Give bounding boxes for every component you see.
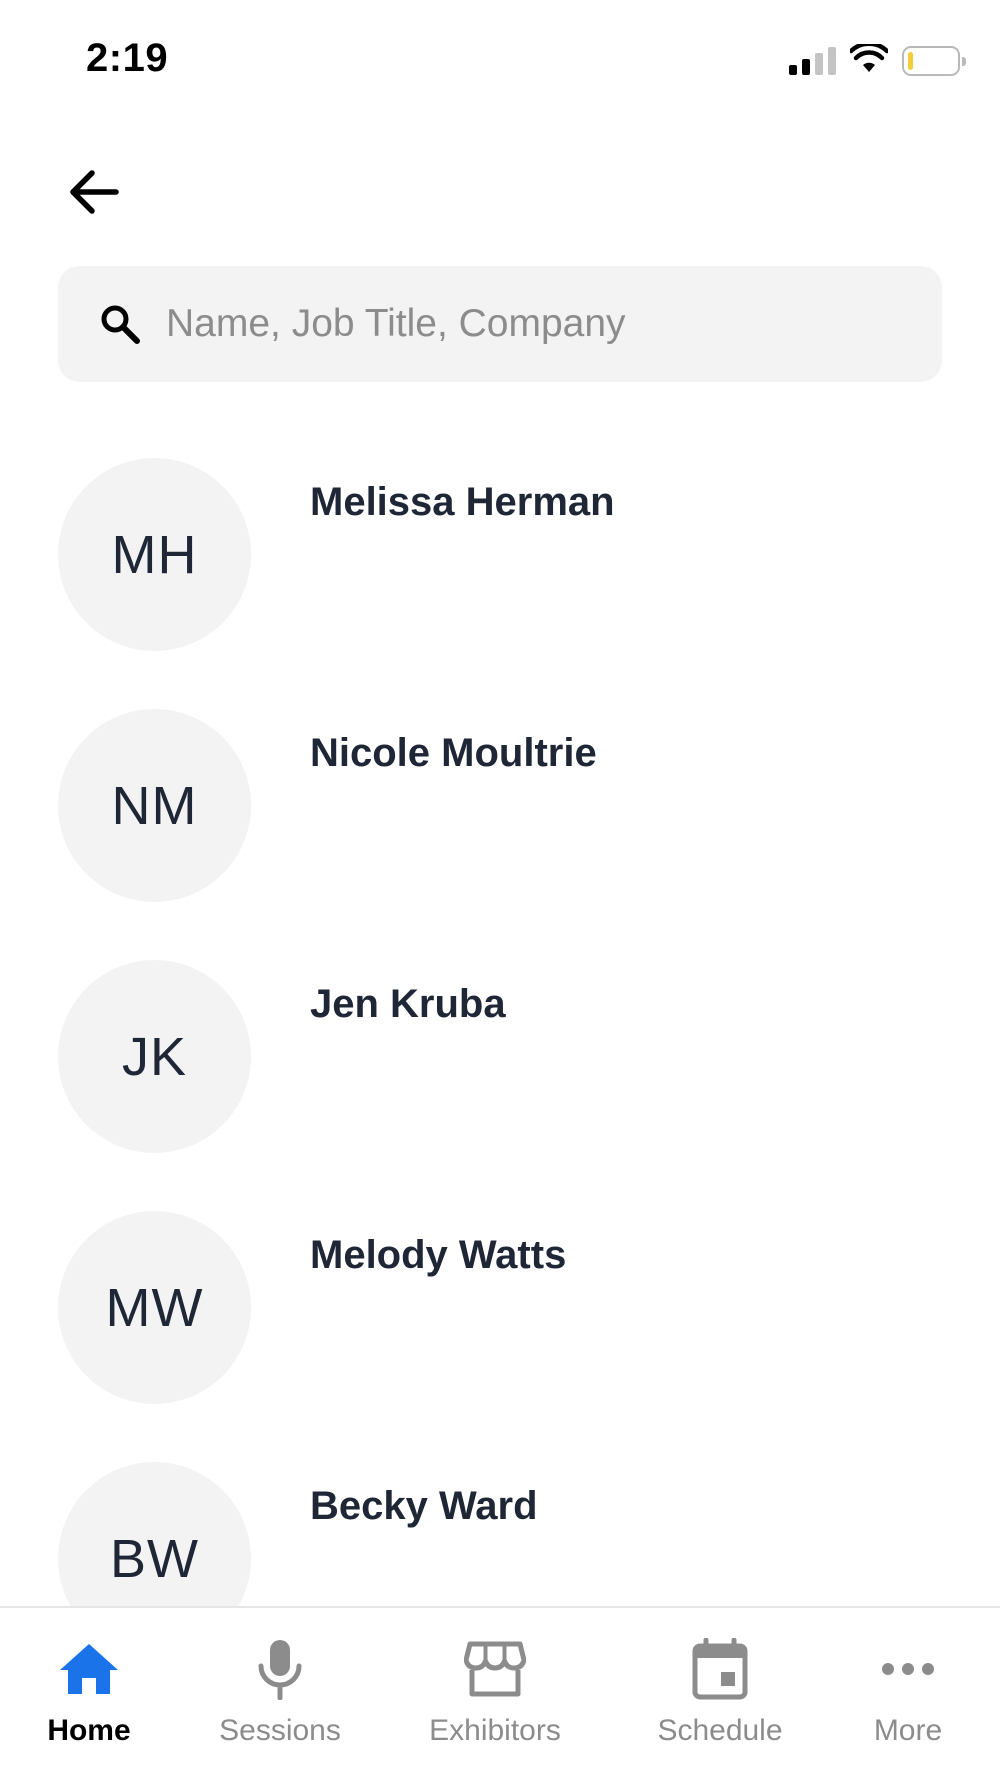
tab-label: Sessions (219, 1714, 341, 1747)
tab-home[interactable]: Home (34, 1608, 144, 1778)
tab-label: Schedule (657, 1714, 783, 1747)
list-item[interactable]: MW Melody Watts (0, 1211, 1000, 1462)
back-button[interactable] (62, 160, 126, 224)
wifi-icon (848, 41, 890, 79)
status-icons (789, 41, 966, 79)
person-name: Melissa Herman (310, 480, 615, 524)
calendar-icon (685, 1634, 755, 1704)
storefront-icon (460, 1634, 530, 1704)
search-input[interactable] (166, 294, 906, 354)
search-bar[interactable] (58, 266, 942, 382)
battery-fill (908, 52, 913, 70)
avatar: NM (58, 709, 251, 902)
person-name: Becky Ward (310, 1484, 538, 1528)
search-icon (96, 300, 144, 348)
status-time: 2:19 (86, 36, 169, 80)
avatar: MH (58, 458, 251, 651)
person-name: Jen Kruba (310, 982, 506, 1026)
list-item[interactable]: NM Nicole Moultrie (0, 709, 1000, 960)
person-name: Nicole Moultrie (310, 731, 597, 775)
people-list: MH Melissa Herman NM Nicole Moultrie JK … (0, 458, 1000, 1606)
signal-strength-icon (789, 47, 836, 75)
list-item[interactable]: MH Melissa Herman (0, 458, 1000, 709)
avatar: MW (58, 1211, 251, 1404)
tab-bar: Home Sessions Exhibitors Schedule More (0, 1606, 1000, 1778)
more-dots-icon (873, 1634, 943, 1704)
person-name: Melody Watts (310, 1233, 567, 1277)
avatar: BW (58, 1462, 251, 1606)
tab-more[interactable]: More (858, 1608, 958, 1778)
tab-schedule[interactable]: Schedule (648, 1608, 792, 1778)
tab-label: Exhibitors (429, 1714, 561, 1747)
home-icon (54, 1634, 124, 1704)
tab-exhibitors[interactable]: Exhibitors (420, 1608, 570, 1778)
avatar: JK (58, 960, 251, 1153)
microphone-icon (245, 1634, 315, 1704)
tab-label: More (873, 1714, 943, 1747)
tab-sessions[interactable]: Sessions (210, 1608, 350, 1778)
list-item[interactable]: JK Jen Kruba (0, 960, 1000, 1211)
list-item[interactable]: BW Becky Ward (0, 1462, 1000, 1606)
tab-label: Home (47, 1714, 131, 1747)
arrow-left-icon (70, 170, 119, 214)
status-bar: 2:19 (0, 0, 1000, 120)
battery-icon (902, 46, 966, 76)
